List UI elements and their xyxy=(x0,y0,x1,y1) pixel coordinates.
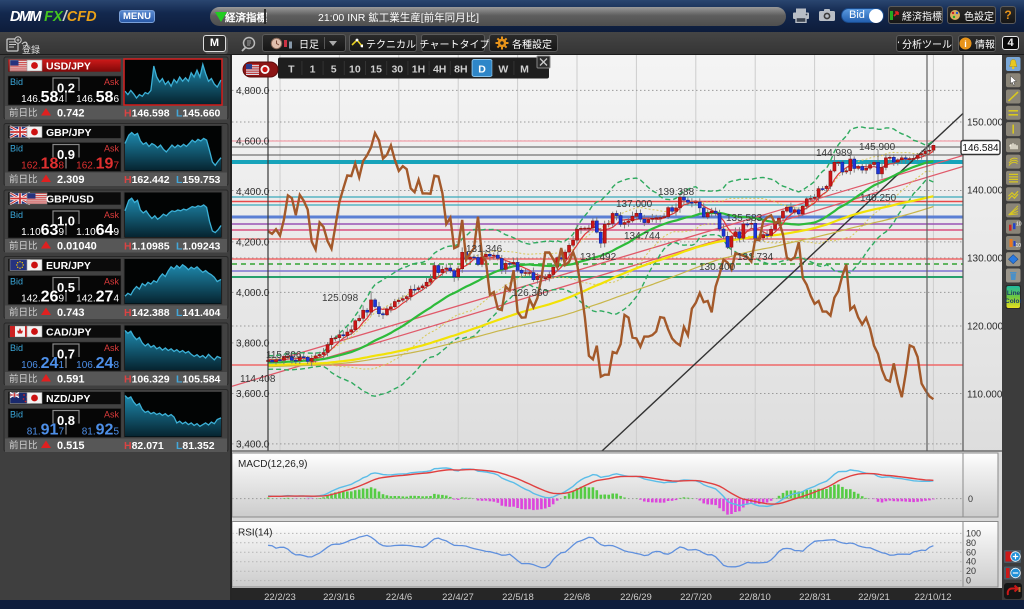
svg-text:M: M xyxy=(520,64,529,76)
svg-text:GBP/JPY: GBP/JPY xyxy=(46,127,92,139)
svg-text:15: 15 xyxy=(370,64,382,76)
svg-text:5: 5 xyxy=(331,64,337,76)
svg-text:MACD(12,26,9): MACD(12,26,9) xyxy=(238,459,307,470)
svg-text:0: 0 xyxy=(966,576,971,586)
svg-text:前日比: 前日比 xyxy=(9,373,38,385)
svg-text:4,000.0: 4,000.0 xyxy=(236,288,270,299)
svg-text:Ask: Ask xyxy=(104,410,120,420)
svg-text:115.806: 115.806 xyxy=(266,350,302,361)
svg-text:10: 10 xyxy=(1016,243,1022,249)
svg-text:Bid: Bid xyxy=(10,343,23,353)
svg-text:30: 30 xyxy=(391,64,403,76)
svg-text:前日比: 前日比 xyxy=(9,240,38,252)
svg-text:GBP/USD: GBP/USD xyxy=(46,194,94,206)
svg-text:40: 40 xyxy=(966,557,976,567)
svg-text:140.250: 140.250 xyxy=(860,193,897,204)
svg-text:Bid: Bid xyxy=(10,277,23,287)
svg-text:131.492: 131.492 xyxy=(580,252,617,263)
svg-text:0.591: 0.591 xyxy=(57,374,85,386)
svg-text:L159.753: L159.753 xyxy=(176,174,221,186)
svg-text:D: D xyxy=(478,64,486,76)
svg-text:EUR/JPY: EUR/JPY xyxy=(46,260,91,272)
svg-text:H146.598: H146.598 xyxy=(124,108,170,120)
svg-text:L1.09243: L1.09243 xyxy=(176,241,221,253)
svg-text:前日比: 前日比 xyxy=(9,307,38,319)
svg-text:Line: Line xyxy=(1007,290,1021,297)
svg-text:110.000: 110.000 xyxy=(967,390,1002,401)
svg-text:150.000: 150.000 xyxy=(967,118,1002,129)
svg-text:2.309: 2.309 xyxy=(57,174,85,186)
svg-text:0.01040: 0.01040 xyxy=(57,241,97,253)
svg-text:i: i xyxy=(964,39,967,49)
svg-text:H162.442: H162.442 xyxy=(124,174,170,186)
svg-text:USD/JPY: USD/JPY xyxy=(46,61,91,73)
svg-text:131.346: 131.346 xyxy=(466,244,503,255)
svg-text:126.360: 126.360 xyxy=(512,288,549,299)
svg-text:Bid: Bid xyxy=(10,210,23,220)
svg-text:Ask: Ask xyxy=(104,144,120,154)
svg-text:Ask: Ask xyxy=(104,210,120,220)
svg-text:1H: 1H xyxy=(412,64,425,76)
svg-text:Ask: Ask xyxy=(104,277,120,287)
svg-text:L145.660: L145.660 xyxy=(176,108,221,120)
svg-text:H82.071: H82.071 xyxy=(124,440,164,452)
svg-text:Ask: Ask xyxy=(104,343,120,353)
svg-text:0: 0 xyxy=(968,494,973,504)
svg-text:146.584: 146.584 xyxy=(962,143,999,154)
svg-text:139.388: 139.388 xyxy=(658,187,695,198)
svg-text:145.900: 145.900 xyxy=(859,142,896,153)
svg-text:114.408: 114.408 xyxy=(240,374,276,385)
svg-text:120.000: 120.000 xyxy=(967,322,1002,333)
svg-text:Bid: Bid xyxy=(10,410,23,420)
svg-text:H106.329: H106.329 xyxy=(124,374,170,386)
svg-text:0.742: 0.742 xyxy=(57,108,85,120)
svg-text:T: T xyxy=(288,64,295,76)
svg-text:L81.352: L81.352 xyxy=(176,440,215,452)
svg-text:前日比: 前日比 xyxy=(9,107,38,119)
svg-text:80: 80 xyxy=(966,538,976,548)
svg-text:0.515: 0.515 xyxy=(57,440,85,452)
svg-text:134.744: 134.744 xyxy=(624,231,661,242)
svg-text:130.000: 130.000 xyxy=(967,254,1002,265)
svg-text:4H: 4H xyxy=(433,64,446,76)
svg-text:3,400.0: 3,400.0 xyxy=(236,439,270,450)
svg-text:4,200.0: 4,200.0 xyxy=(236,237,270,248)
svg-text:前日比: 前日比 xyxy=(9,440,38,452)
svg-text:4,800.0: 4,800.0 xyxy=(236,86,270,97)
svg-text:4,600.0: 4,600.0 xyxy=(236,136,270,147)
svg-text:W: W xyxy=(498,64,508,76)
svg-text:NZD/JPY: NZD/JPY xyxy=(46,393,90,405)
svg-text:125.098: 125.098 xyxy=(322,293,359,304)
svg-text:144.989: 144.989 xyxy=(816,148,853,159)
svg-text:4,400.0: 4,400.0 xyxy=(236,187,270,198)
svg-text:3,800.0: 3,800.0 xyxy=(236,338,270,349)
svg-text:CAD/JPY: CAD/JPY xyxy=(46,327,92,339)
svg-text:Bid: Bid xyxy=(10,144,23,154)
svg-text:135.583: 135.583 xyxy=(726,213,763,224)
svg-text:130.400: 130.400 xyxy=(699,262,736,273)
svg-text:0.743: 0.743 xyxy=(57,307,85,319)
svg-text:L105.584: L105.584 xyxy=(176,374,221,386)
svg-text:10: 10 xyxy=(349,64,361,76)
svg-text:1: 1 xyxy=(310,64,316,76)
svg-text:Color: Color xyxy=(1005,298,1022,305)
svg-text:131.734: 131.734 xyxy=(737,252,774,263)
svg-text:8H: 8H xyxy=(454,64,467,76)
svg-text:3,600.0: 3,600.0 xyxy=(236,389,270,400)
svg-text:140.000: 140.000 xyxy=(967,186,1002,197)
svg-text:H1.10985: H1.10985 xyxy=(124,241,170,253)
svg-text:前日比: 前日比 xyxy=(9,174,38,186)
svg-text:Bid: Bid xyxy=(10,77,23,87)
svg-text:L141.404: L141.404 xyxy=(176,307,221,319)
svg-text:137.000: 137.000 xyxy=(616,199,653,210)
svg-text:RSI(14): RSI(14) xyxy=(238,528,272,539)
svg-text:Ask: Ask xyxy=(104,77,120,87)
svg-text:H142.388: H142.388 xyxy=(124,307,170,319)
svg-text:10: 10 xyxy=(1016,222,1022,228)
